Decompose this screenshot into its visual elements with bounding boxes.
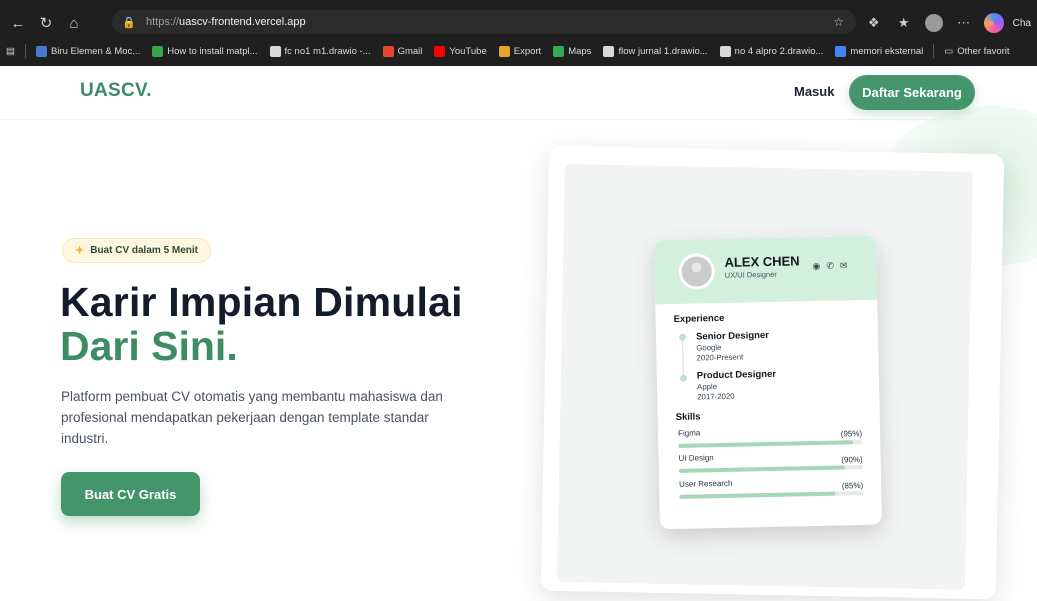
bookmark-label: Gmail — [397, 45, 423, 57]
bookmark-icon — [269, 45, 281, 57]
bookmark-item[interactable]: memori eksternal — [829, 45, 929, 57]
bookmark-item[interactable]: How to install matpl... — [146, 45, 263, 57]
skills-heading: Skills — [675, 411, 701, 423]
cv-role: UX/UI Designer — [724, 269, 777, 280]
other-favorites-label: Other favorit — [957, 45, 1010, 57]
address-bar[interactable]: 🔒 https:// uascv-frontend.vercel.app ☆ — [112, 10, 856, 34]
bookmark-icon — [382, 45, 394, 57]
bookmark-separator — [24, 44, 26, 58]
cv-header: ALEX CHEN UX/UI Designer ◉ ✆ ✉ — [653, 235, 878, 305]
bookmark-icon — [603, 45, 615, 57]
extensions-icon[interactable]: ❖ — [863, 12, 885, 34]
job-company: Apple — [696, 382, 718, 392]
bookmark-item[interactable]: Export — [493, 45, 547, 57]
user-icon: ◉ — [812, 260, 821, 272]
avatar — [678, 253, 716, 290]
skill-percent: (85%) — [841, 481, 864, 491]
favorite-star-icon[interactable]: ☆ — [833, 15, 844, 29]
bookmark-item[interactable]: Gmail — [377, 45, 429, 57]
bookmark-label: memori eksternal — [850, 45, 924, 57]
cv-name: ALEX CHEN — [724, 253, 800, 270]
site-navbar: UASCV. Masuk Daftar Sekarang — [0, 66, 1037, 120]
skill-name: User Research — [679, 478, 733, 489]
job-company: Google — [696, 342, 722, 353]
skill-bar-fill — [679, 491, 836, 499]
bookmark-label: fc no1 m1.drawio -... — [284, 45, 371, 57]
cv-preview-card: ALEX CHEN UX/UI Designer ◉ ✆ ✉ Experienc… — [653, 235, 883, 530]
promo-badge: ✦ Buat CV dalam 5 Menit — [62, 238, 212, 263]
bookmark-icon — [434, 45, 446, 57]
skill-bar-fill — [678, 465, 845, 473]
hero-description: Platform pembuat CV otomatis yang memban… — [61, 389, 443, 446]
bookmark-icon — [35, 45, 47, 57]
more-menu-icon[interactable]: ⋯ — [953, 12, 975, 34]
bookmark-icon — [498, 45, 510, 57]
bookmarks-bar: ▤ Biru Elemen & Moc... How to install mat… — [0, 40, 1037, 62]
job-title: Senior Designer — [695, 329, 769, 343]
bookmark-item[interactable]: Maps — [547, 45, 597, 57]
site-logo[interactable]: UASCV. — [80, 80, 152, 102]
mail-icon: ✉ — [839, 260, 848, 271]
skill-name: Figma — [677, 428, 701, 438]
bookmark-item[interactable]: flow jurnal 1.drawio... — [597, 45, 713, 57]
signup-button[interactable]: Daftar Sekarang — [849, 75, 975, 110]
favorites-icon[interactable]: ★ — [893, 12, 915, 34]
bookmark-label: YouTube — [449, 45, 487, 57]
bookmark-icon — [152, 45, 164, 57]
home-icon[interactable]: ⌂ — [60, 10, 88, 36]
skill-bar — [679, 491, 864, 499]
bookmark-label: flow jurnal 1.drawio... — [618, 45, 708, 57]
bookmark-item[interactable]: fc no1 m1.drawio -... — [264, 45, 377, 57]
sparkle-icon: ✦ — [75, 245, 85, 257]
browser-chrome: ← ↻ ⌂ 🔒 https:// uascv-frontend.vercel.a… — [0, 0, 1037, 66]
job-period: 2017-2020 — [697, 391, 735, 402]
phone-icon: ✆ — [826, 260, 835, 271]
bookmark-icon — [719, 45, 731, 57]
bookmark-item[interactable]: no 4 alpro 2.drawio... — [714, 45, 830, 57]
timeline-dot — [679, 374, 687, 382]
bookmark-label: Export — [513, 45, 542, 57]
bookmark-icon — [835, 45, 847, 57]
back-icon[interactable]: ← — [4, 10, 32, 36]
address-row: ← ↻ ⌂ 🔒 https:// uascv-frontend.vercel.a… — [0, 8, 1037, 38]
hero-title-line1: Karir Impian Dimulai — [60, 279, 463, 325]
bookmark-item[interactable]: YouTube — [428, 45, 492, 57]
bookmark-label: How to install matpl... — [167, 45, 258, 57]
skill-name: UI Design — [678, 453, 714, 463]
bookmark-item[interactable]: Biru Elemen & Moc... — [30, 45, 146, 57]
skill-percent: (90%) — [841, 455, 863, 465]
skill-bar — [678, 440, 863, 448]
bookmark-label: no 4 alpro 2.drawio... — [734, 45, 824, 57]
lock-icon: 🔒 — [122, 16, 136, 29]
job-period: 2020-Present — [696, 352, 744, 363]
cv-contact-icons: ◉ ✆ ✉ — [812, 260, 847, 272]
bookmark-label: Maps — [568, 45, 592, 57]
url-prefix: https:// — [146, 16, 180, 28]
promo-badge-text: Buat CV dalam 5 Menit — [90, 245, 199, 256]
login-link[interactable]: Masuk — [794, 84, 834, 99]
bookmark-icon — [553, 45, 565, 57]
timeline-dot — [678, 333, 687, 341]
browser-toolbar: ❖ ★ ⋯ Cha — [863, 8, 1037, 38]
profile-icon[interactable] — [923, 12, 945, 34]
tab-actions-icon[interactable]: ▤ — [0, 46, 21, 57]
create-cv-button[interactable]: Buat CV Gratis — [61, 472, 200, 516]
job-title: Product Designer — [696, 368, 777, 382]
bookmark-label: Biru Elemen & Moc... — [50, 45, 141, 57]
experience-heading: Experience — [673, 312, 725, 325]
skill-percent: (95%) — [840, 429, 863, 439]
skill-bar-fill — [678, 440, 854, 448]
copilot-label: Cha — [1012, 17, 1031, 29]
url-host: uascv-frontend.vercel.app — [179, 16, 306, 28]
bookmark-separator — [933, 44, 935, 58]
page: UASCV. Masuk Daftar Sekarang ✦ Buat CV d… — [0, 66, 1037, 601]
other-favorites[interactable]: ▭ Other favorit — [938, 46, 1015, 57]
refresh-icon[interactable]: ↻ — [32, 10, 60, 36]
skill-bar — [678, 465, 863, 473]
hero-title-line2: Dari Sini. — [60, 323, 238, 369]
folder-icon: ▭ — [944, 45, 954, 57]
copilot-icon[interactable] — [983, 12, 1005, 34]
